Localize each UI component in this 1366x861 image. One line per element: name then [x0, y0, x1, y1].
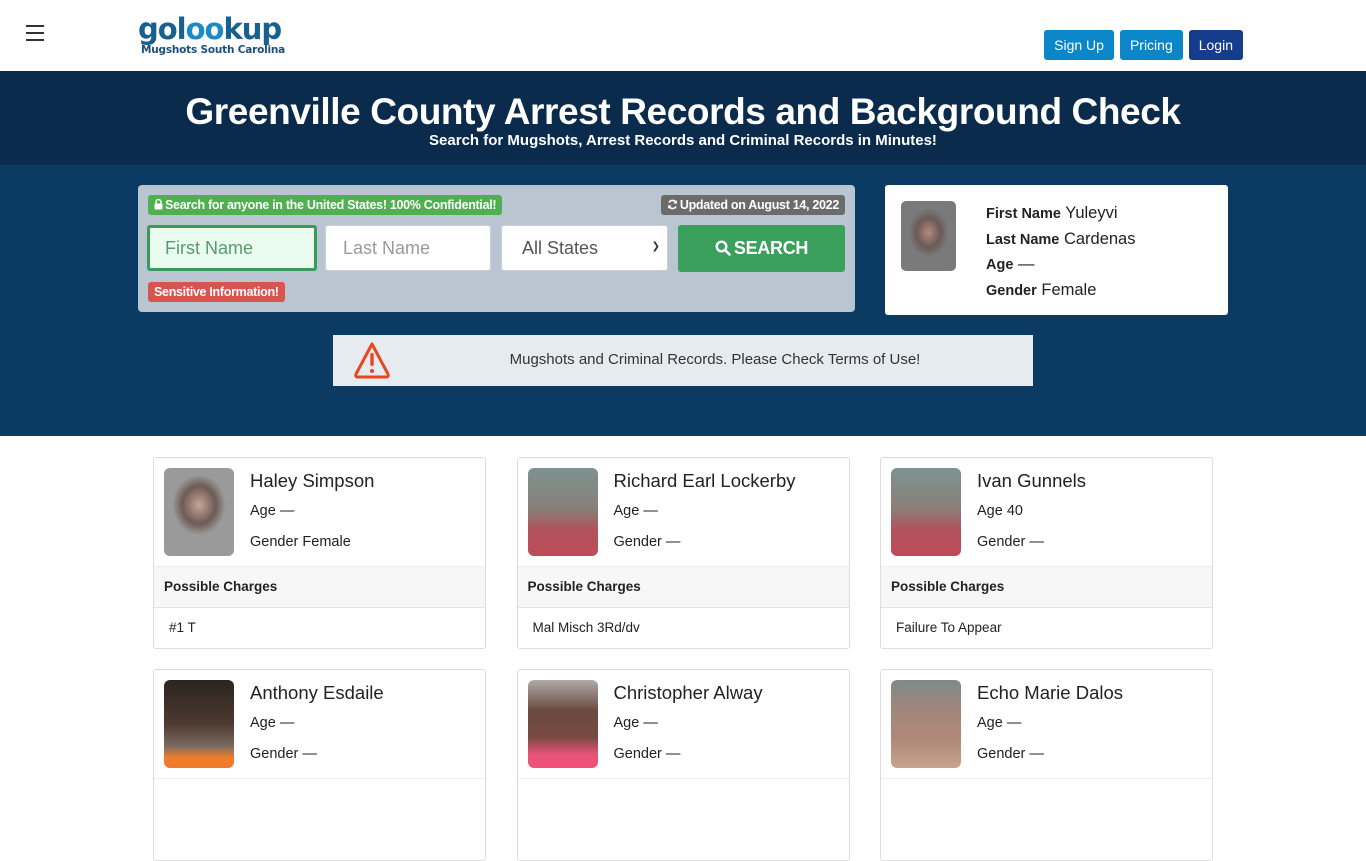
state-select[interactable]: All States	[501, 225, 668, 271]
mugshot-image	[164, 680, 234, 768]
record-card[interactable]: Haley Simpson Age — Gender Female Possib…	[153, 457, 486, 649]
record-name[interactable]: Richard Earl Lockerby	[614, 470, 796, 492]
charges-header: Possible Charges	[154, 567, 485, 608]
record-gender: Gender Female	[250, 534, 351, 550]
logo-wordmark: golookup	[138, 12, 282, 46]
record-name[interactable]: Ivan Gunnels	[977, 470, 1086, 492]
pricing-button[interactable]: Pricing	[1119, 30, 1183, 60]
lock-icon	[154, 198, 163, 210]
sign-up-button[interactable]: Sign Up	[1044, 30, 1114, 60]
record-card[interactable]: Richard Earl Lockerby Age — Gender — Pos…	[516, 457, 850, 649]
charges-header: Possible Charges	[517, 567, 849, 608]
featured-record-card[interactable]: First Name Yuleyvi Last Name Cardenas Ag…	[885, 185, 1228, 315]
logo[interactable]: golookup Mugshots South Carolina	[138, 12, 285, 56]
notice-text: Mugshots and Criminal Records. Please Ch…	[509, 351, 921, 368]
search-panel: Search for anyone in the United States! …	[138, 185, 855, 312]
page-title: Greenville County Arrest Records and Bac…	[185, 91, 1181, 132]
hero-header: Greenville County Arrest Records and Bac…	[0, 71, 1366, 165]
record-gender: Gender —	[613, 534, 681, 550]
confidential-badge: Search for anyone in the United States! …	[148, 195, 503, 215]
mugshot-image	[527, 680, 598, 768]
page-subtitle: Search for Mugshots, Arrest Records and …	[429, 132, 937, 149]
record-card[interactable]: Echo Marie Dalos Age — Gender —	[880, 669, 1213, 861]
search-icon	[715, 240, 731, 256]
featured-age: Age —	[986, 255, 1035, 273]
nav-buttons: Sign Up Pricing Login	[1044, 30, 1243, 60]
record-age: Age —	[250, 503, 295, 519]
record-name[interactable]: Echo Marie Dalos	[977, 682, 1123, 704]
charges-value: Failure To Appear	[896, 620, 1002, 635]
record-name[interactable]: Haley Simpson	[250, 470, 374, 492]
featured-gender: Gender Female	[986, 280, 1097, 299]
mugshot-image	[164, 468, 234, 556]
record-gender: Gender —	[613, 746, 681, 762]
first-name-input[interactable]	[147, 225, 317, 271]
record-name[interactable]: Christopher Alway	[614, 682, 763, 704]
record-gender: Gender —	[977, 534, 1044, 550]
record-card[interactable]: Anthony Esdaile Age — Gender —	[153, 669, 486, 861]
featured-mugshot	[901, 201, 956, 271]
record-age: Age —	[977, 715, 1022, 731]
featured-last-name: Last Name Cardenas	[986, 229, 1136, 248]
mugshot-image	[891, 468, 961, 556]
featured-first-name: First Name Yuleyvi	[986, 204, 1118, 222]
mugshot-image	[527, 468, 598, 556]
terms-notice: Mugshots and Criminal Records. Please Ch…	[333, 335, 1033, 386]
record-age: Age 40	[977, 503, 1023, 519]
record-age: Age —	[250, 715, 295, 731]
updated-badge: Updated on August 14, 2022	[660, 195, 845, 215]
state-select-wrapper: All States ❯	[501, 225, 668, 271]
charges-header: Possible Charges	[881, 567, 1212, 608]
records-grid: Haley Simpson Age — Gender Female Possib…	[153, 457, 1213, 861]
record-gender: Gender —	[250, 746, 317, 762]
charges-value: Mal Misch 3Rd/dv	[532, 620, 640, 635]
record-card[interactable]: Ivan Gunnels Age 40 Gender — Possible Ch…	[880, 457, 1213, 649]
mugshot-image	[891, 680, 961, 768]
record-name[interactable]: Anthony Esdaile	[250, 682, 384, 704]
charges-value: #1 T	[169, 620, 196, 635]
record-card[interactable]: Christopher Alway Age — Gender —	[516, 669, 850, 861]
record-age: Age —	[613, 503, 658, 519]
top-navbar: golookup Mugshots South Carolina Sign Up…	[0, 0, 1366, 71]
hamburger-icon[interactable]	[26, 25, 44, 41]
search-section: Search for anyone in the United States! …	[0, 165, 1366, 436]
refresh-icon	[667, 199, 677, 210]
record-age: Age —	[613, 715, 658, 731]
sensitive-info-badge: Sensitive Information!	[148, 282, 285, 302]
last-name-input[interactable]	[325, 225, 491, 271]
logo-subtitle: Mugshots South Carolina	[141, 44, 286, 56]
login-button[interactable]: Login	[1188, 30, 1243, 60]
search-button[interactable]: SEARCH	[678, 225, 845, 272]
record-gender: Gender —	[977, 746, 1044, 762]
